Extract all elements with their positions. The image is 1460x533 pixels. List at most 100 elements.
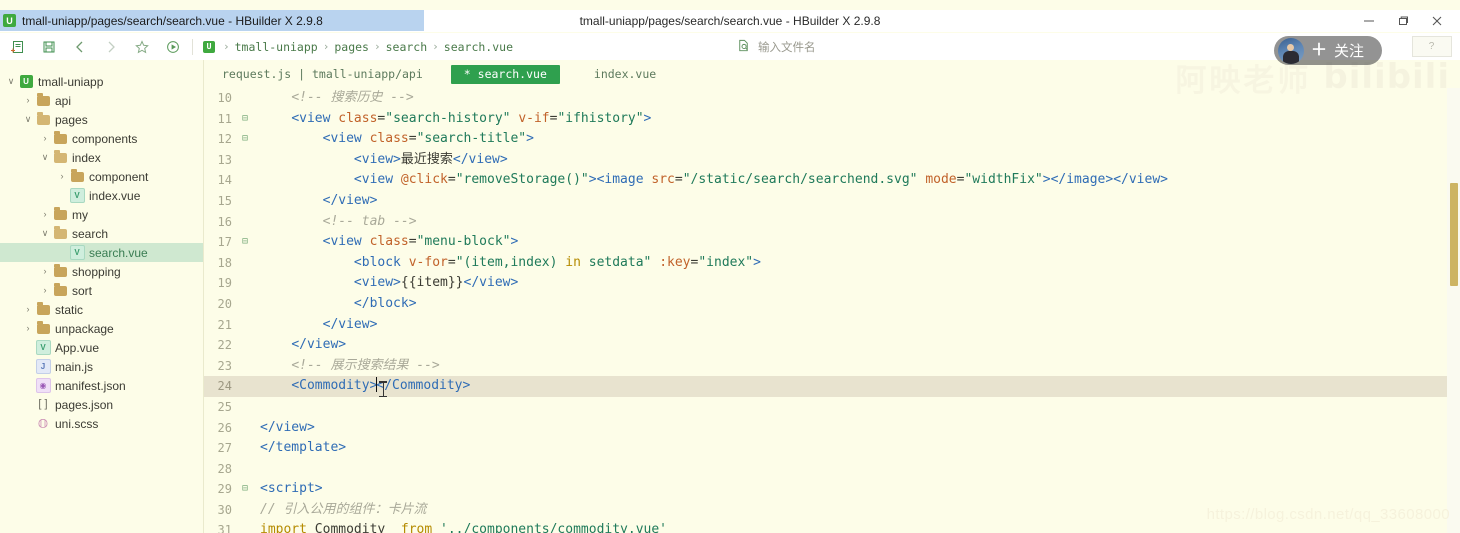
code-token: import bbox=[260, 522, 307, 533]
chevron-right-icon[interactable]: › bbox=[21, 324, 35, 333]
chevron-down-icon[interactable]: ∨ bbox=[38, 229, 52, 238]
minimize-button[interactable] bbox=[1352, 10, 1386, 32]
tree-item-uni-scss[interactable]: 𝕆uni.scss bbox=[0, 414, 203, 433]
tree-item-app-vue[interactable]: V App.vue bbox=[0, 338, 203, 357]
editor-tab-label: request.js | tmall-uniapp/api bbox=[222, 67, 423, 81]
fold-toggle-icon[interactable]: ⊟ bbox=[238, 129, 252, 150]
tree-item-my[interactable]: › my bbox=[0, 205, 203, 224]
tree-item-pages-json[interactable]: [ ] pages.json bbox=[0, 395, 203, 414]
tree-item-label: shopping bbox=[72, 264, 121, 279]
fold-toggle-icon[interactable]: ⊟ bbox=[238, 232, 252, 253]
new-file-icon[interactable] bbox=[2, 34, 33, 59]
file-search-box[interactable]: 输入文件名 bbox=[736, 38, 816, 56]
code-line-10[interactable]: 10 <!-- 搜索历史 --> bbox=[204, 88, 1460, 109]
code-line-12[interactable]: 12 ⊟ <view class="search-title"> bbox=[204, 129, 1460, 150]
project-explorer[interactable]: ∨ Utmall-uniapp › api ∨ pages › components ∨ inde… bbox=[0, 60, 204, 533]
chevron-right-icon[interactable]: › bbox=[55, 172, 69, 181]
line-number: 20 bbox=[217, 296, 232, 311]
chevron-right-icon[interactable]: › bbox=[38, 210, 52, 219]
code-line-22[interactable]: 22 </view> bbox=[204, 335, 1460, 356]
breadcrumb-item-search[interactable]: search bbox=[385, 40, 429, 54]
active-window-chip[interactable]: U tmall-uniapp/pages/search/search.vue -… bbox=[0, 10, 424, 31]
fold-toggle-icon[interactable]: ⊟ bbox=[238, 109, 252, 130]
close-button[interactable] bbox=[1420, 10, 1454, 32]
vue-file-icon: V bbox=[69, 245, 85, 260]
code-line-16[interactable]: 16 <!-- tab --> bbox=[204, 212, 1460, 233]
code-line-14[interactable]: 14 <view @click="removeStorage()"><image… bbox=[204, 170, 1460, 191]
tree-item-sort[interactable]: › sort bbox=[0, 281, 203, 300]
maximize-button[interactable] bbox=[1386, 10, 1420, 32]
json-file-icon: ◉ bbox=[35, 378, 51, 393]
chevron-down-icon[interactable]: ∨ bbox=[38, 153, 52, 162]
tree-item-index-vue[interactable]: Vindex.vue bbox=[0, 186, 203, 205]
code-line-24[interactable]: 24 <Commodity></Commodity> bbox=[204, 376, 1460, 397]
code-line-25[interactable]: 25 bbox=[204, 397, 1460, 418]
run-icon[interactable] bbox=[157, 34, 188, 59]
code-line-26[interactable]: 26 </view> bbox=[204, 418, 1460, 439]
code-line-23[interactable]: 23 <!-- 展示搜索结果 --> bbox=[204, 356, 1460, 377]
forward-icon[interactable] bbox=[95, 34, 126, 59]
editor-tab-0[interactable]: request.js | tmall-uniapp/api bbox=[212, 65, 433, 83]
fold-toggle-icon[interactable]: ⊟ bbox=[238, 479, 252, 500]
tree-item-components[interactable]: › components bbox=[0, 129, 203, 148]
code-line-11[interactable]: 11 ⊟ <view class="search-history" v-if="i… bbox=[204, 109, 1460, 130]
code-line-27[interactable]: 27 </template> bbox=[204, 438, 1460, 459]
code-line-text: </view> bbox=[252, 335, 346, 356]
tree-item-index[interactable]: ∨ index bbox=[0, 148, 203, 167]
folder-open-icon bbox=[52, 149, 68, 163]
workspace: ∨ Utmall-uniapp › api ∨ pages › components ∨ inde… bbox=[0, 60, 1460, 533]
tree-item-search-vue[interactable]: Vsearch.vue bbox=[0, 243, 203, 262]
code-token: "removeStorage()" bbox=[455, 172, 589, 188]
tree-item-search[interactable]: ∨ search bbox=[0, 224, 203, 243]
code-area[interactable]: 10 <!-- 搜索历史 --> 11 ⊟ <view class="search-… bbox=[204, 88, 1460, 533]
code-line-15[interactable]: 15 </view> bbox=[204, 191, 1460, 212]
breadcrumb-item-file[interactable]: search.vue bbox=[443, 40, 514, 54]
save-icon[interactable] bbox=[33, 34, 64, 59]
folder-open-icon bbox=[35, 111, 51, 125]
chevron-right-icon[interactable]: › bbox=[21, 305, 35, 314]
editor-tab-2[interactable]: index.vue bbox=[584, 65, 666, 83]
chevron-down-icon[interactable]: ∨ bbox=[21, 115, 35, 124]
code-line-13[interactable]: 13 <view>最近搜索</view> bbox=[204, 150, 1460, 171]
tree-item-shopping[interactable]: › shopping bbox=[0, 262, 203, 281]
editor-vertical-scrollbar[interactable] bbox=[1447, 88, 1460, 533]
back-icon[interactable] bbox=[64, 34, 95, 59]
code-token: = bbox=[408, 234, 417, 250]
scrollbar-thumb[interactable] bbox=[1450, 183, 1458, 286]
code-line-19[interactable]: 19 <view>{{item}}</view> bbox=[204, 273, 1460, 294]
tree-item-pages[interactable]: ∨ pages bbox=[0, 110, 203, 129]
code-line-28[interactable]: 28 bbox=[204, 459, 1460, 480]
tree-item-component[interactable]: › component bbox=[0, 167, 203, 186]
chevron-down-icon[interactable]: ∨ bbox=[4, 77, 18, 86]
editor-tab-active[interactable]: * search.vue bbox=[450, 64, 560, 84]
tree-item-tmall-uniapp[interactable]: ∨ Utmall-uniapp bbox=[0, 72, 203, 91]
code-line-29[interactable]: 29 ⊟ <script> bbox=[204, 479, 1460, 500]
breadcrumb-item-project[interactable]: tmall-uniapp bbox=[234, 40, 319, 54]
code-line-18[interactable]: 18 <block v-for="(item,index) in setdata… bbox=[204, 253, 1460, 274]
help-button[interactable]: ? bbox=[1412, 36, 1452, 57]
code-token: <!-- 展示搜索结果 --> bbox=[291, 357, 440, 373]
chevron-right-icon[interactable]: › bbox=[38, 286, 52, 295]
code-line-17[interactable]: 17 ⊟ <view class="menu-block"> bbox=[204, 232, 1460, 253]
breadcrumb-item-pages[interactable]: pages bbox=[333, 40, 370, 54]
js-file-icon: J bbox=[35, 359, 51, 374]
chevron-right-icon[interactable]: › bbox=[21, 96, 35, 105]
tree-item-manifest-json[interactable]: ◉ manifest.json bbox=[0, 376, 203, 395]
code-line-20[interactable]: 20 </block> bbox=[204, 294, 1460, 315]
line-number: 29 bbox=[217, 482, 232, 497]
code-token: > bbox=[526, 131, 534, 147]
code-line-21[interactable]: 21 </view> bbox=[204, 315, 1460, 336]
follow-button[interactable]: ＋ 关注 bbox=[1273, 36, 1382, 65]
tree-item-unpackage[interactable]: › unpackage bbox=[0, 319, 203, 338]
tree-item-main-js[interactable]: Jmain.js bbox=[0, 357, 203, 376]
chevron-right-icon[interactable]: › bbox=[38, 134, 52, 143]
tree-item-static[interactable]: › static bbox=[0, 300, 203, 319]
tree-item-api[interactable]: › api bbox=[0, 91, 203, 110]
chevron-right-icon[interactable]: › bbox=[38, 267, 52, 276]
favorite-icon[interactable] bbox=[126, 34, 157, 59]
